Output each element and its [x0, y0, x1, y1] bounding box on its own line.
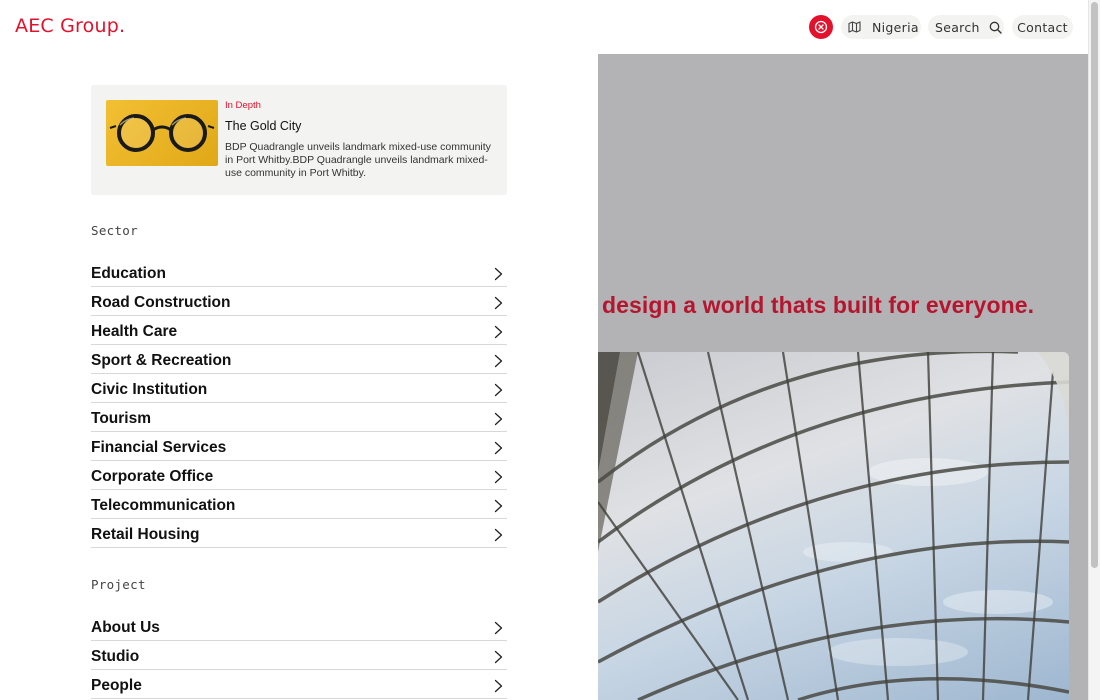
- menu-item[interactable]: Corporate Office: [91, 461, 507, 490]
- site-header: AEC Group. Nigeria Search Contact: [0, 0, 1100, 54]
- close-menu-button[interactable]: [809, 15, 833, 39]
- featured-article-card[interactable]: In Depth The Gold City BDP Quadrangle un…: [91, 85, 507, 195]
- chevron-right-icon: [494, 441, 503, 455]
- page-scrollbar[interactable]: [1088, 0, 1100, 700]
- menu-item-label: Telecommunication: [91, 497, 236, 514]
- menu-item-label: Civic Institution: [91, 381, 208, 398]
- chevron-right-icon: [494, 499, 503, 513]
- hero-panel: design a world thats built for everyone.: [598, 54, 1088, 700]
- chevron-right-icon: [494, 621, 503, 635]
- menu-item[interactable]: Telecommunication: [91, 490, 507, 519]
- menu-item[interactable]: Sport & Recreation: [91, 345, 507, 374]
- search-label: Search: [935, 19, 980, 35]
- menu-item[interactable]: About Us: [91, 612, 507, 641]
- menu-item[interactable]: Road Construction: [91, 287, 507, 316]
- chevron-right-icon: [494, 325, 503, 339]
- country-label: Nigeria: [872, 19, 919, 35]
- menu-item-label: Sport & Recreation: [91, 352, 232, 369]
- project-heading: Project: [91, 577, 146, 592]
- menu-item-label: Education: [91, 265, 166, 282]
- menu-item-label: Health Care: [91, 323, 178, 340]
- contact-label: Contact: [1017, 19, 1068, 35]
- search-button[interactable]: Search: [928, 15, 1004, 39]
- feature-image-glasses: [106, 100, 218, 166]
- chevron-right-icon: [494, 650, 503, 664]
- menu-item-label: About Us: [91, 619, 160, 636]
- menu-item[interactable]: Studio: [91, 641, 507, 670]
- contact-link[interactable]: Contact: [1012, 15, 1073, 39]
- menu-item-label: People: [91, 677, 142, 694]
- menu-item-label: Studio: [91, 648, 140, 665]
- menu-item[interactable]: Financial Services: [91, 432, 507, 461]
- hero-tagline: design a world thats built for everyone.: [602, 292, 1035, 318]
- menu-item[interactable]: Education: [91, 258, 507, 287]
- logo[interactable]: AEC Group.: [15, 15, 125, 37]
- chevron-right-icon: [494, 354, 503, 368]
- chevron-right-icon: [494, 267, 503, 281]
- chevron-right-icon: [494, 412, 503, 426]
- menu-item-label: Road Construction: [91, 294, 231, 311]
- menu-item[interactable]: Retail Housing: [91, 519, 507, 548]
- chevron-right-icon: [494, 679, 503, 693]
- menu-item-label: Corporate Office: [91, 468, 214, 485]
- hero-image-glass-dome: [598, 352, 1069, 700]
- chevron-right-icon: [494, 528, 503, 542]
- menu-item-label: Financial Services: [91, 439, 227, 456]
- feature-tag: In Depth: [225, 100, 261, 111]
- feature-description: BDP Quadrangle unveils landmark mixed-us…: [225, 141, 491, 179]
- country-selector[interactable]: Nigeria: [841, 15, 921, 39]
- feature-title[interactable]: The Gold City: [225, 119, 301, 133]
- menu-item[interactable]: Civic Institution: [91, 374, 507, 403]
- menu-item[interactable]: Health Care: [91, 316, 507, 345]
- project-menu: About Us Studio People: [91, 612, 507, 699]
- menu-item[interactable]: People: [91, 670, 507, 699]
- menu-item-label: Tourism: [91, 410, 151, 427]
- chevron-right-icon: [494, 296, 503, 310]
- chevron-right-icon: [494, 470, 503, 484]
- map-icon: [848, 21, 861, 33]
- menu-item[interactable]: Tourism: [91, 403, 507, 432]
- sector-heading: Sector: [91, 223, 138, 238]
- chevron-right-icon: [494, 383, 503, 397]
- sector-menu: Education Road Construction Health Care Spo…: [91, 258, 507, 548]
- search-icon: [989, 21, 1002, 34]
- scrollbar-thumb[interactable]: [1091, 2, 1098, 568]
- close-icon: [814, 20, 828, 34]
- menu-item-label: Retail Housing: [91, 526, 200, 543]
